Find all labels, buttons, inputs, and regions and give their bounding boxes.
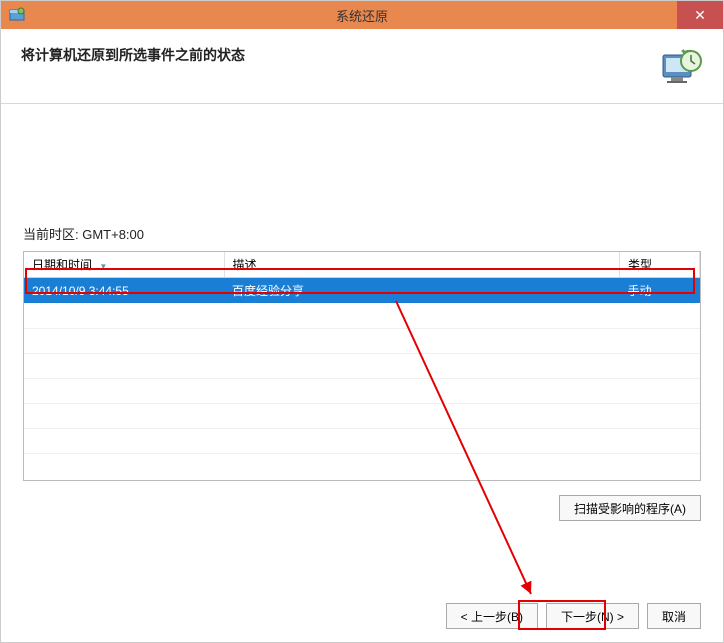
table-row (24, 378, 700, 403)
column-header-type[interactable]: 类型 (620, 252, 700, 278)
wizard-header-title: 将计算机还原到所选事件之前的状态 (21, 45, 703, 65)
column-header-datetime[interactable]: 日期和时间 ▼ (24, 252, 224, 278)
table-row (24, 403, 700, 428)
column-header-desc[interactable]: 描述 (224, 252, 620, 278)
timezone-label: 当前时区: GMT+8:00 (23, 224, 701, 243)
sort-indicator-icon: ▼ (99, 262, 107, 271)
titlebar: 系统还原 ✕ (1, 1, 723, 29)
window-icon (9, 7, 25, 23)
table-row (24, 428, 700, 453)
back-button[interactable]: < 上一步(B) (446, 603, 538, 629)
window-title: 系统还原 (336, 6, 388, 25)
wizard-content: 当前时区: GMT+8:00 日期和时间 ▼ 描述 类型 (1, 104, 723, 541)
system-restore-icon (659, 47, 703, 91)
wizard-footer: < 上一步(B) 下一步(N) > 取消 (1, 590, 723, 642)
system-restore-window: 系统还原 ✕ 将计算机还原到所选事件之前的状态 当前时区: GMT+8:00 (0, 0, 724, 643)
restore-points-table[interactable]: 日期和时间 ▼ 描述 类型 2014/10/9 3:44:55 百度经验分享 手… (23, 251, 701, 481)
table-row (24, 353, 700, 378)
table-row (24, 328, 700, 353)
next-button[interactable]: 下一步(N) > (546, 603, 639, 629)
table-row (24, 303, 700, 328)
cancel-button[interactable]: 取消 (647, 603, 701, 629)
scan-affected-programs-button[interactable]: 扫描受影响的程序(A) (559, 495, 701, 521)
cell-datetime: 2014/10/9 3:44:55 (24, 278, 224, 304)
cell-desc: 百度经验分享 (224, 278, 620, 304)
close-icon: ✕ (694, 7, 706, 24)
table-row[interactable]: 2014/10/9 3:44:55 百度经验分享 手动 (24, 278, 700, 304)
wizard-header: 将计算机还原到所选事件之前的状态 (1, 29, 723, 104)
cell-type: 手动 (620, 278, 700, 304)
column-header-label: 日期和时间 (32, 258, 92, 272)
close-button[interactable]: ✕ (677, 1, 723, 29)
